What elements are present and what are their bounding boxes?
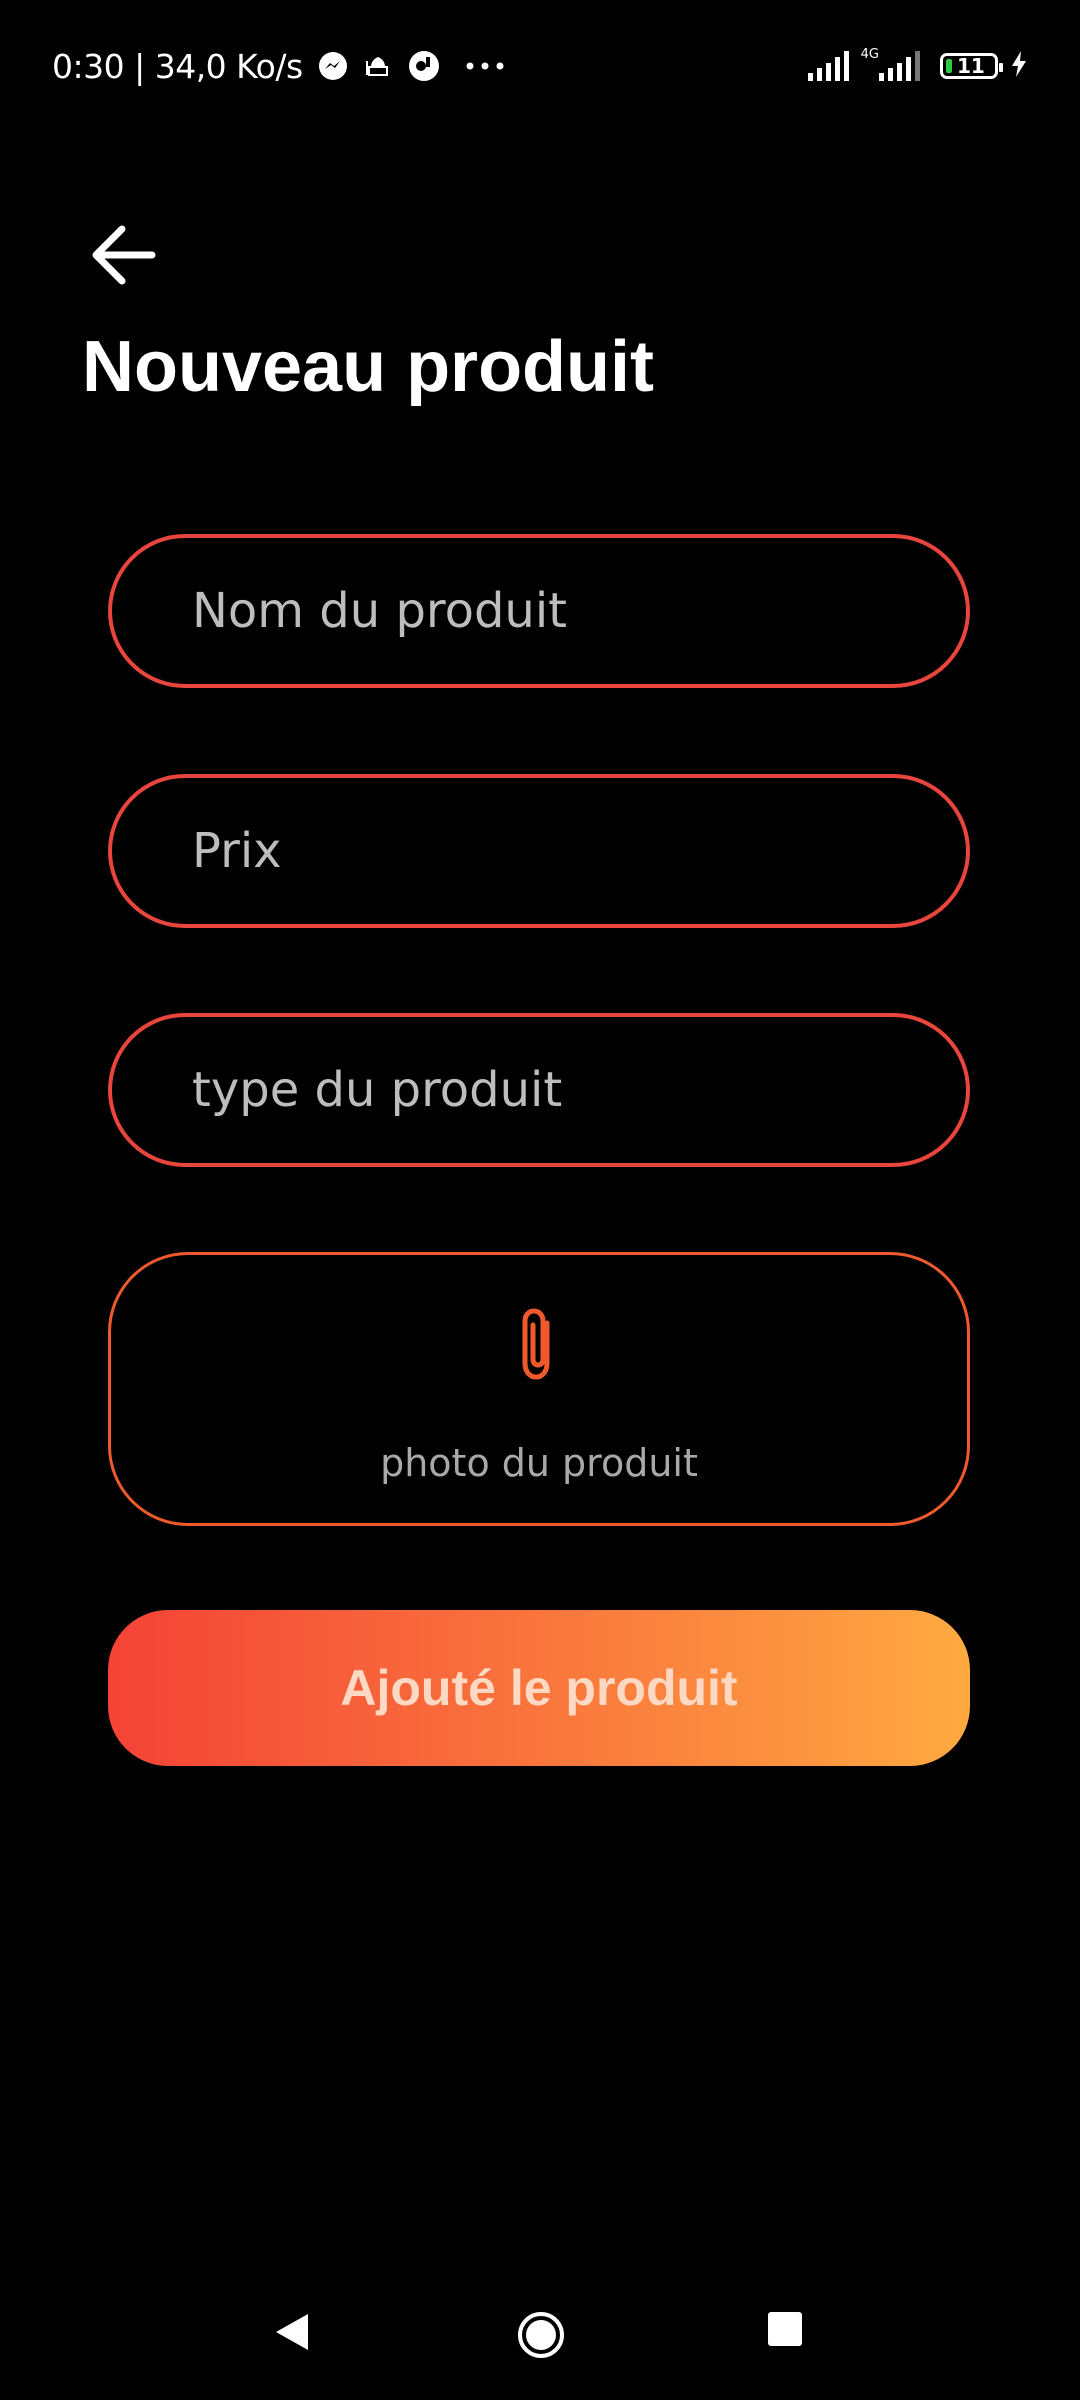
photo-picker[interactable]: photo du produit <box>108 1252 970 1526</box>
more-dots-icon <box>465 61 505 71</box>
paperclip-icon <box>516 1305 562 1389</box>
add-product-button[interactable]: Ajouté le produit <box>108 1610 970 1766</box>
nav-recent-icon[interactable] <box>766 2310 804 2352</box>
status-bar: 0:30 | 34,0 Ko/s 4G 11 <box>0 0 1080 130</box>
battery-level: 11 <box>957 54 985 78</box>
product-name-input[interactable] <box>112 582 966 640</box>
page-title: Nouveau produit <box>82 327 654 407</box>
messenger-icon <box>317 50 349 82</box>
mosque-icon <box>363 51 393 81</box>
price-input[interactable] <box>112 822 966 880</box>
status-right: 4G 11 <box>798 44 1028 88</box>
status-time-speed: 0:30 | 34,0 Ko/s <box>52 46 303 86</box>
photo-label: photo du produit <box>380 1441 698 1485</box>
product-name-field[interactable] <box>108 534 970 688</box>
signal-4g-icon <box>879 51 924 81</box>
battery-fill <box>946 59 952 73</box>
system-nav-bar <box>0 2270 1080 2400</box>
charging-bolt-icon <box>1010 50 1028 82</box>
add-product-label: Ajouté le produit <box>340 1660 738 1716</box>
status-left: 0:30 | 34,0 Ko/s <box>52 44 505 88</box>
signal-icon <box>807 51 853 81</box>
nav-home-icon[interactable] <box>516 2310 566 2364</box>
price-field[interactable] <box>108 774 970 928</box>
product-type-field[interactable] <box>108 1013 970 1167</box>
nav-back-icon[interactable] <box>270 2310 314 2358</box>
arrow-left-icon <box>92 225 156 285</box>
battery-icon: 11 <box>940 53 1003 79</box>
app-icon <box>407 49 441 83</box>
network-label: 4G <box>860 46 879 62</box>
back-button[interactable] <box>88 222 160 288</box>
product-type-input[interactable] <box>112 1061 966 1119</box>
